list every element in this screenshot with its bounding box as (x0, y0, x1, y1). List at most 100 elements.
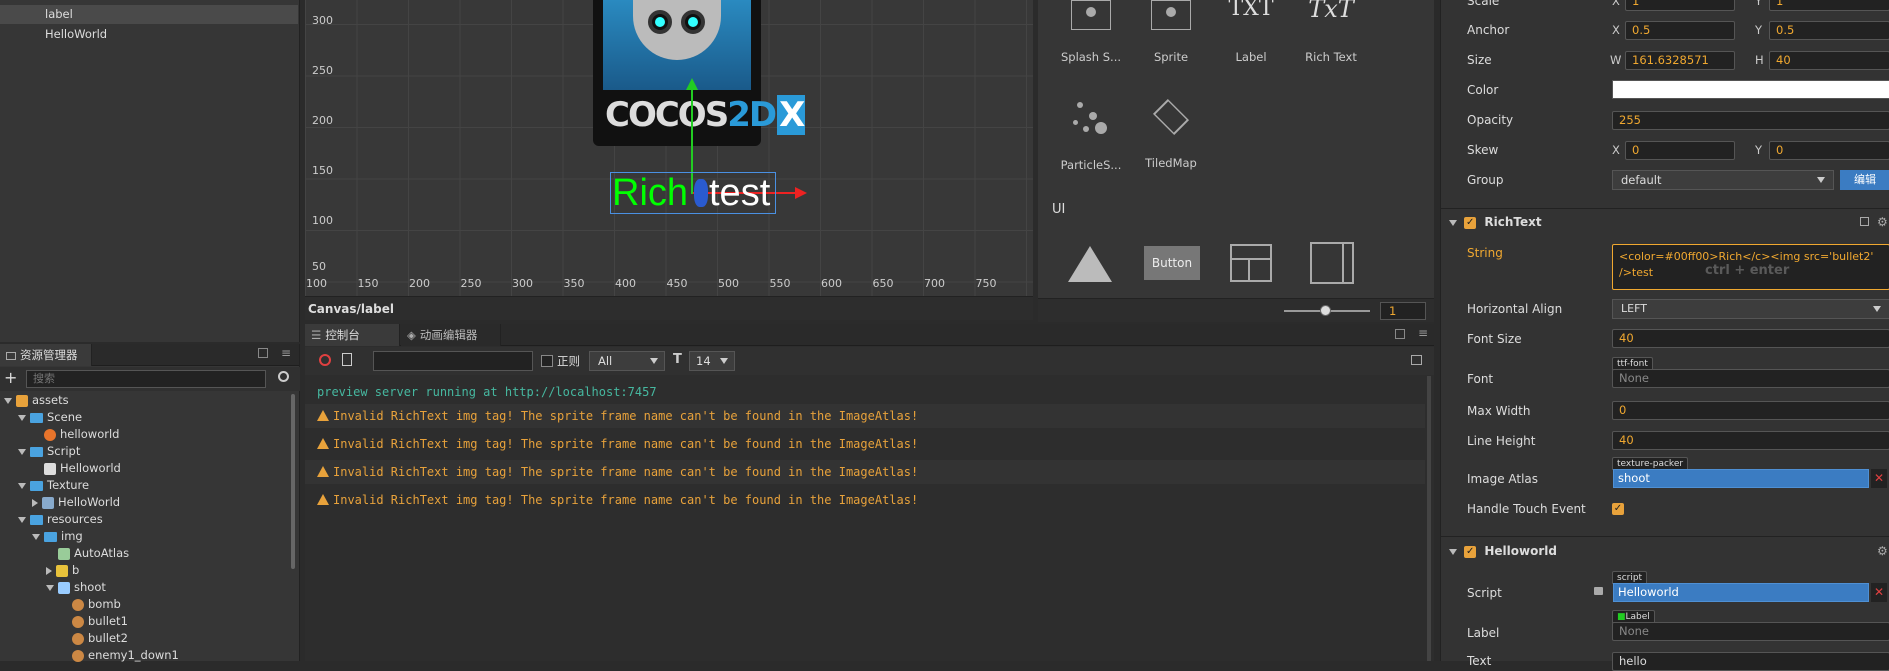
richtext-enabled-checkbox[interactable]: ✓ (1464, 216, 1477, 229)
asset-tree-item[interactable]: bullet1 (60, 613, 128, 630)
chevron-right-icon[interactable] (46, 566, 52, 575)
scale-y-input[interactable]: 1 (1769, 0, 1889, 11)
panel-splitter[interactable] (1434, 0, 1440, 661)
zoom-input[interactable]: 1 (1380, 302, 1426, 320)
asset-tree-item[interactable]: bomb (60, 596, 121, 613)
helloworld-enabled-checkbox[interactable]: ✓ (1464, 545, 1477, 558)
console-log-line[interactable]: Invalid RichText img tag! The sprite fra… (305, 460, 1425, 484)
touch-checkbox[interactable]: ✓ (1612, 503, 1624, 515)
asset-tree-item[interactable]: Helloworld (32, 460, 121, 477)
assets-search-input[interactable] (26, 370, 266, 388)
asset-tree-item[interactable]: shoot (46, 579, 106, 596)
gear-icon[interactable]: ⚙ (1877, 540, 1888, 562)
richtext-component-header[interactable]: ✓ RichText ⚙ (1449, 211, 1889, 233)
chevron-down-icon[interactable] (4, 397, 12, 404)
asset-tree-item[interactable]: Script (18, 443, 80, 460)
help-icon[interactable] (1860, 217, 1869, 226)
cocos-logo[interactable]: COCOS2D X (593, 0, 805, 146)
asset-tree-item[interactable]: AutoAtlas (46, 545, 129, 562)
hierarchy-item-label[interactable]: label (0, 5, 298, 24)
gizmo-y-arrow-icon[interactable] (686, 78, 698, 90)
maximize-icon[interactable] (1395, 329, 1405, 339)
asset-tree-item[interactable]: HelloWorld (32, 494, 120, 511)
asset-tree-item[interactable]: Scene (18, 409, 82, 426)
widget-splash-sprite[interactable]: Splash S... (1056, 0, 1126, 64)
helloworld-label-field[interactable]: None (1612, 622, 1889, 641)
asset-tree-item[interactable]: assets (4, 392, 69, 409)
font-field[interactable]: None (1612, 369, 1889, 388)
script-field[interactable]: Helloworld (1613, 583, 1869, 602)
widget-tiledmap[interactable]: TiledMap (1136, 98, 1206, 170)
size-h-input[interactable]: 40 (1769, 51, 1889, 70)
lineheight-input[interactable]: 40 (1612, 431, 1889, 450)
chevron-down-icon[interactable] (18, 448, 26, 455)
gear-icon[interactable]: ⚙ (1877, 211, 1888, 233)
widget-particle-system[interactable]: ParticleS... (1056, 98, 1126, 172)
level-select[interactable]: All (589, 351, 665, 371)
search-icon[interactable] (278, 371, 289, 382)
console-log-line[interactable]: Invalid RichText img tag! The sprite fra… (305, 488, 1425, 512)
tab-assets[interactable]: 资源管理器 (0, 344, 92, 366)
tab-animation-editor[interactable]: ◈ 动画编辑器 (401, 324, 501, 346)
asset-tree-item[interactable]: Texture (18, 477, 89, 494)
regex-checkbox[interactable] (541, 355, 553, 367)
font-size-select[interactable]: 14 (689, 351, 735, 371)
widget-sprite[interactable]: Sprite (1136, 0, 1206, 64)
group-edit-button[interactable]: 编辑 (1840, 170, 1889, 190)
console-filter-input[interactable] (373, 351, 533, 371)
scale-x-input[interactable]: 1 (1625, 0, 1735, 11)
widget-button[interactable]: Button (1144, 246, 1200, 280)
assets-scrollbar[interactable] (291, 394, 295, 569)
chevron-right-icon[interactable] (32, 498, 38, 507)
helloworld-text-input[interactable]: hello (1612, 652, 1889, 671)
helloworld-component-header[interactable]: ✓ Helloworld ⚙ (1449, 540, 1889, 562)
skew-x-input[interactable]: 0 (1625, 141, 1735, 160)
hierarchy-item-helloworld[interactable]: HelloWorld (0, 25, 298, 44)
add-icon[interactable]: + (4, 368, 17, 387)
widget-scrollview[interactable] (1310, 242, 1354, 284)
richtext-node[interactable]: Rich test (610, 172, 776, 214)
asset-tree-item[interactable]: helloworld (32, 426, 119, 443)
asset-tree-item[interactable]: enemy1_down1 (60, 647, 179, 664)
zoom-slider-thumb[interactable] (1320, 305, 1331, 316)
anchor-x-input[interactable]: 0.5 (1625, 21, 1735, 40)
widget-layout[interactable] (1230, 244, 1272, 282)
group-select[interactable]: default (1612, 170, 1834, 190)
asset-tree-item[interactable]: b (46, 562, 79, 579)
widget-rich-text[interactable]: TxT Rich Text (1296, 0, 1366, 64)
clear-icon[interactable] (319, 354, 331, 366)
collapse-icon[interactable] (1411, 355, 1422, 365)
size-w-input[interactable]: 161.6328571 (1625, 51, 1735, 70)
skew-y-input[interactable]: 0 (1769, 141, 1889, 160)
maximize-icon[interactable] (258, 348, 268, 358)
gizmo-x-arrow-icon[interactable] (795, 187, 807, 199)
atlas-clear-icon[interactable]: ✕ (1871, 469, 1887, 488)
anchor-y-input[interactable]: 0.5 (1769, 21, 1889, 40)
asset-tree-item[interactable]: bullet2 (60, 630, 128, 647)
fontsize-input[interactable]: 40 (1612, 329, 1889, 348)
console-scrollbar[interactable] (1427, 376, 1431, 661)
chevron-down-icon[interactable] (46, 584, 54, 591)
opacity-input[interactable]: 255 (1612, 111, 1889, 130)
console-log-line[interactable]: Invalid RichText img tag! The sprite fra… (305, 404, 1425, 428)
tab-console[interactable]: ☰ 控制台 (305, 324, 400, 346)
string-textarea[interactable]: <color=#00ff00>Rich</c><img src='bullet2… (1612, 244, 1889, 290)
widget-label[interactable]: TXT Label (1216, 0, 1286, 64)
chevron-down-icon[interactable] (18, 482, 26, 489)
atlas-field[interactable]: shoot (1613, 469, 1869, 488)
console-log-line[interactable]: preview server running at http://localho… (305, 380, 1425, 404)
asset-tree-item[interactable]: resources (18, 511, 103, 528)
color-swatch[interactable] (1612, 80, 1889, 99)
open-log-icon[interactable] (342, 353, 352, 366)
chevron-down-icon[interactable] (18, 516, 26, 523)
menu-icon[interactable]: ≡ (1418, 327, 1428, 339)
console-log-line[interactable]: Invalid RichText img tag! The sprite fra… (305, 432, 1425, 456)
chevron-down-icon[interactable] (18, 414, 26, 421)
widget-layout-triangle[interactable] (1068, 246, 1112, 282)
menu-icon[interactable]: ≡ (281, 347, 291, 359)
asset-tree-item[interactable]: img (32, 528, 83, 545)
halign-select[interactable]: LEFT (1612, 299, 1889, 319)
maxwidth-input[interactable]: 0 (1612, 401, 1889, 420)
script-clear-icon[interactable]: ✕ (1871, 583, 1887, 602)
chevron-down-icon[interactable] (32, 533, 40, 540)
